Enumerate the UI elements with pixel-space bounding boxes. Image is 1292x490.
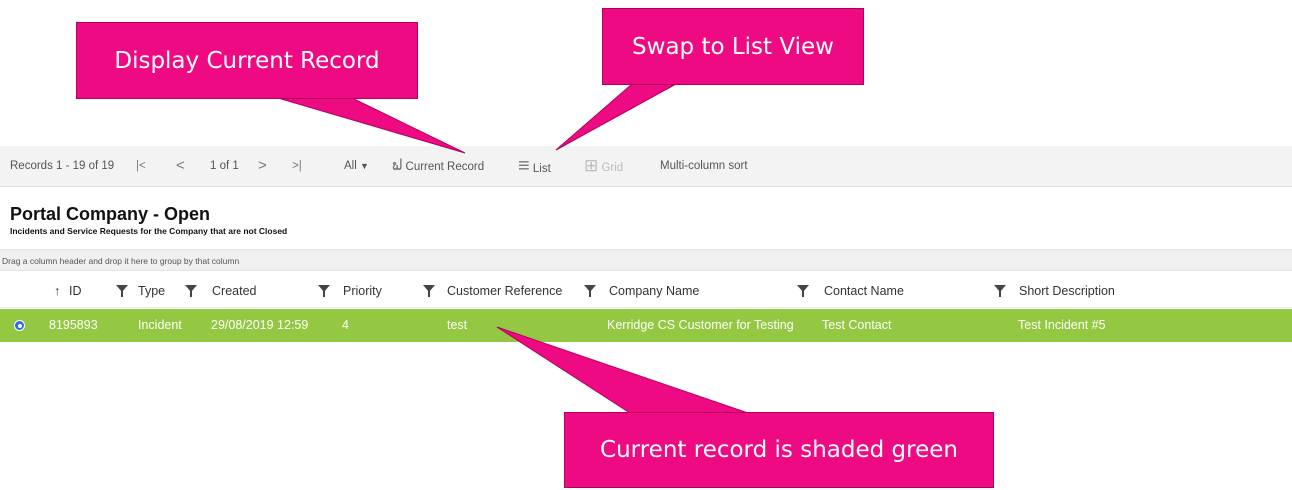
callout-swap-to-list-view: Swap to List View <box>602 8 864 85</box>
callout-pointer-green-row <box>496 326 749 414</box>
callout-pointer-list-view <box>555 83 677 151</box>
callout-pointer-current-record <box>277 97 466 154</box>
callout-current-record-shaded: Current record is shaded green <box>564 412 994 488</box>
callout-display-current-record: Display Current Record <box>76 22 418 99</box>
